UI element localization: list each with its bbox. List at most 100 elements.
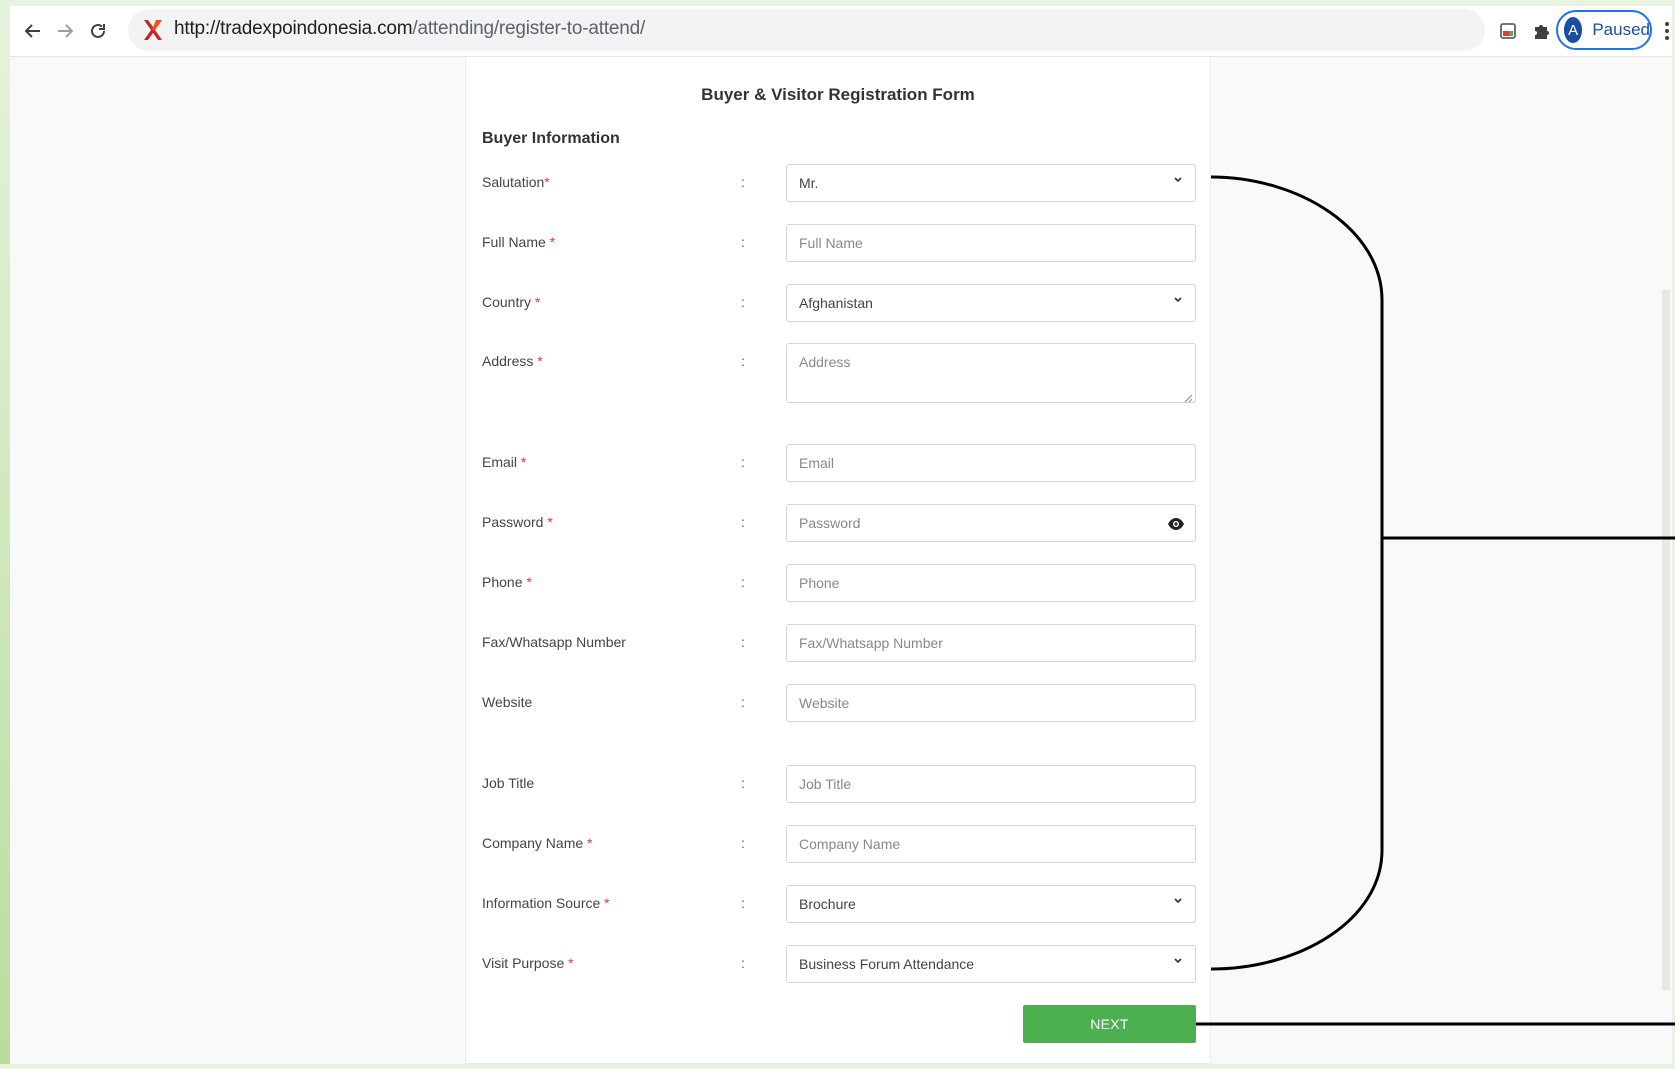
eye-icon[interactable] <box>1167 515 1185 533</box>
phone-input[interactable] <box>787 565 1195 601</box>
job-title-field <box>786 765 1196 803</box>
visit-purpose-select[interactable]: Business Forum Attendance <box>786 945 1196 983</box>
colon: : <box>741 955 745 971</box>
browser-toolbar: http://tradexpoindonesia.com/attending/r… <box>10 6 1672 57</box>
phone-field <box>786 564 1196 602</box>
next-button[interactable]: NEXT <box>1023 1005 1196 1043</box>
chevron-down-icon <box>1173 174 1183 188</box>
website-field <box>786 684 1196 722</box>
required-asterisk: * <box>537 353 543 369</box>
chevron-down-icon <box>1173 895 1183 909</box>
address-field <box>786 343 1196 403</box>
full-name-label: Full Name * <box>482 234 555 250</box>
visit-purpose-label-text: Visit Purpose <box>482 955 569 971</box>
salutation-label: Salutation* <box>482 174 550 190</box>
password-label: Password * <box>482 514 553 530</box>
email-input[interactable] <box>787 445 1195 481</box>
country-label: Country * <box>482 294 540 310</box>
page-scrollbar[interactable] <box>1662 290 1670 990</box>
section-title: Buyer Information <box>482 130 620 147</box>
reload-icon[interactable] <box>85 18 111 44</box>
password-label-text: Password <box>482 514 548 530</box>
country-select[interactable]: Afghanistan <box>786 284 1196 322</box>
salutation-label-text: Salutation <box>482 174 545 190</box>
media-router-icon[interactable] <box>1495 18 1521 44</box>
company-field <box>786 825 1196 863</box>
required-asterisk: * <box>547 514 553 530</box>
colon: : <box>741 174 745 190</box>
fax-label: Fax/Whatsapp Number <box>482 634 626 650</box>
required-asterisk: * <box>526 574 532 590</box>
url-path: /attending/register-to-attend/ <box>412 18 646 39</box>
full-name-field <box>786 224 1196 262</box>
info-source-label-text: Information Source <box>482 895 605 911</box>
colon: : <box>741 294 745 310</box>
info-source-value: Brochure <box>799 896 856 912</box>
colon: : <box>741 694 745 710</box>
slide-backdrop-left <box>0 0 10 1069</box>
site-favicon-icon <box>142 18 164 42</box>
address-label: Address * <box>482 353 543 369</box>
job-title-label: Job Title <box>482 775 535 791</box>
full-name-input[interactable] <box>787 225 1195 261</box>
colon: : <box>741 574 745 590</box>
address-textarea[interactable] <box>787 344 1195 402</box>
required-asterisk: * <box>604 895 610 911</box>
website-input[interactable] <box>787 685 1195 721</box>
required-asterisk: * <box>549 234 556 250</box>
url-host: http://tradexpoindonesia.com <box>174 18 413 39</box>
required-asterisk: * <box>534 294 541 310</box>
colon: : <box>741 514 745 530</box>
email-label: Email * <box>482 454 526 470</box>
email-field <box>786 444 1196 482</box>
fax-input[interactable] <box>787 625 1195 661</box>
profile-button[interactable]: A Paused <box>1556 10 1652 50</box>
password-field <box>786 504 1196 542</box>
company-label: Company Name * <box>482 835 593 851</box>
extensions-puzzle-icon[interactable] <box>1528 18 1554 44</box>
salutation-value: Mr. <box>799 175 819 191</box>
visit-purpose-label: Visit Purpose * <box>482 955 574 971</box>
resize-grip-icon[interactable] <box>1183 390 1193 403</box>
address-bar[interactable]: http://tradexpoindonesia.com/attending/r… <box>128 9 1485 51</box>
colon: : <box>741 353 745 369</box>
colon: : <box>741 835 745 851</box>
info-source-select[interactable]: Brochure <box>786 885 1196 923</box>
url-text: http://tradexpoindonesia.com/attending/r… <box>174 18 645 40</box>
chevron-down-icon <box>1173 955 1183 969</box>
full-name-label-text: Full Name <box>482 234 550 250</box>
required-asterisk: * <box>587 835 593 851</box>
password-input[interactable] <box>787 505 1195 541</box>
colon: : <box>741 234 745 250</box>
fax-field <box>786 624 1196 662</box>
avatar: A <box>1564 17 1583 43</box>
forward-arrow-icon[interactable] <box>52 18 78 44</box>
colon: : <box>741 634 745 650</box>
colon: : <box>741 454 745 470</box>
colon: : <box>741 895 745 911</box>
company-label-text: Company Name <box>482 835 588 851</box>
job-title-input[interactable] <box>787 766 1195 802</box>
browser-menu-icon[interactable] <box>1660 18 1674 44</box>
colon: : <box>741 775 745 791</box>
required-asterisk: * <box>520 454 527 470</box>
profile-status: Paused <box>1592 20 1650 39</box>
form-title: Buyer & Visitor Registration Form <box>701 85 975 104</box>
slide-backdrop-bottom <box>0 1064 1675 1069</box>
country-label-text: Country <box>482 294 535 310</box>
country-value: Afghanistan <box>799 295 873 311</box>
back-arrow-icon[interactable] <box>20 18 46 44</box>
info-source-label: Information Source * <box>482 895 610 911</box>
email-label-text: Email <box>482 454 521 470</box>
registration-form-card: Buyer & Visitor Registration Form Buyer … <box>465 57 1211 1064</box>
company-input[interactable] <box>787 826 1195 862</box>
phone-label-text: Phone <box>482 574 527 590</box>
required-asterisk: * <box>544 174 550 190</box>
required-asterisk: * <box>568 955 574 971</box>
address-label-text: Address <box>482 353 538 369</box>
phone-label: Phone * <box>482 574 532 590</box>
visit-purpose-value: Business Forum Attendance <box>799 956 975 972</box>
chevron-down-icon <box>1173 294 1183 308</box>
website-label: Website <box>482 694 533 710</box>
salutation-select[interactable]: Mr. <box>786 164 1196 202</box>
